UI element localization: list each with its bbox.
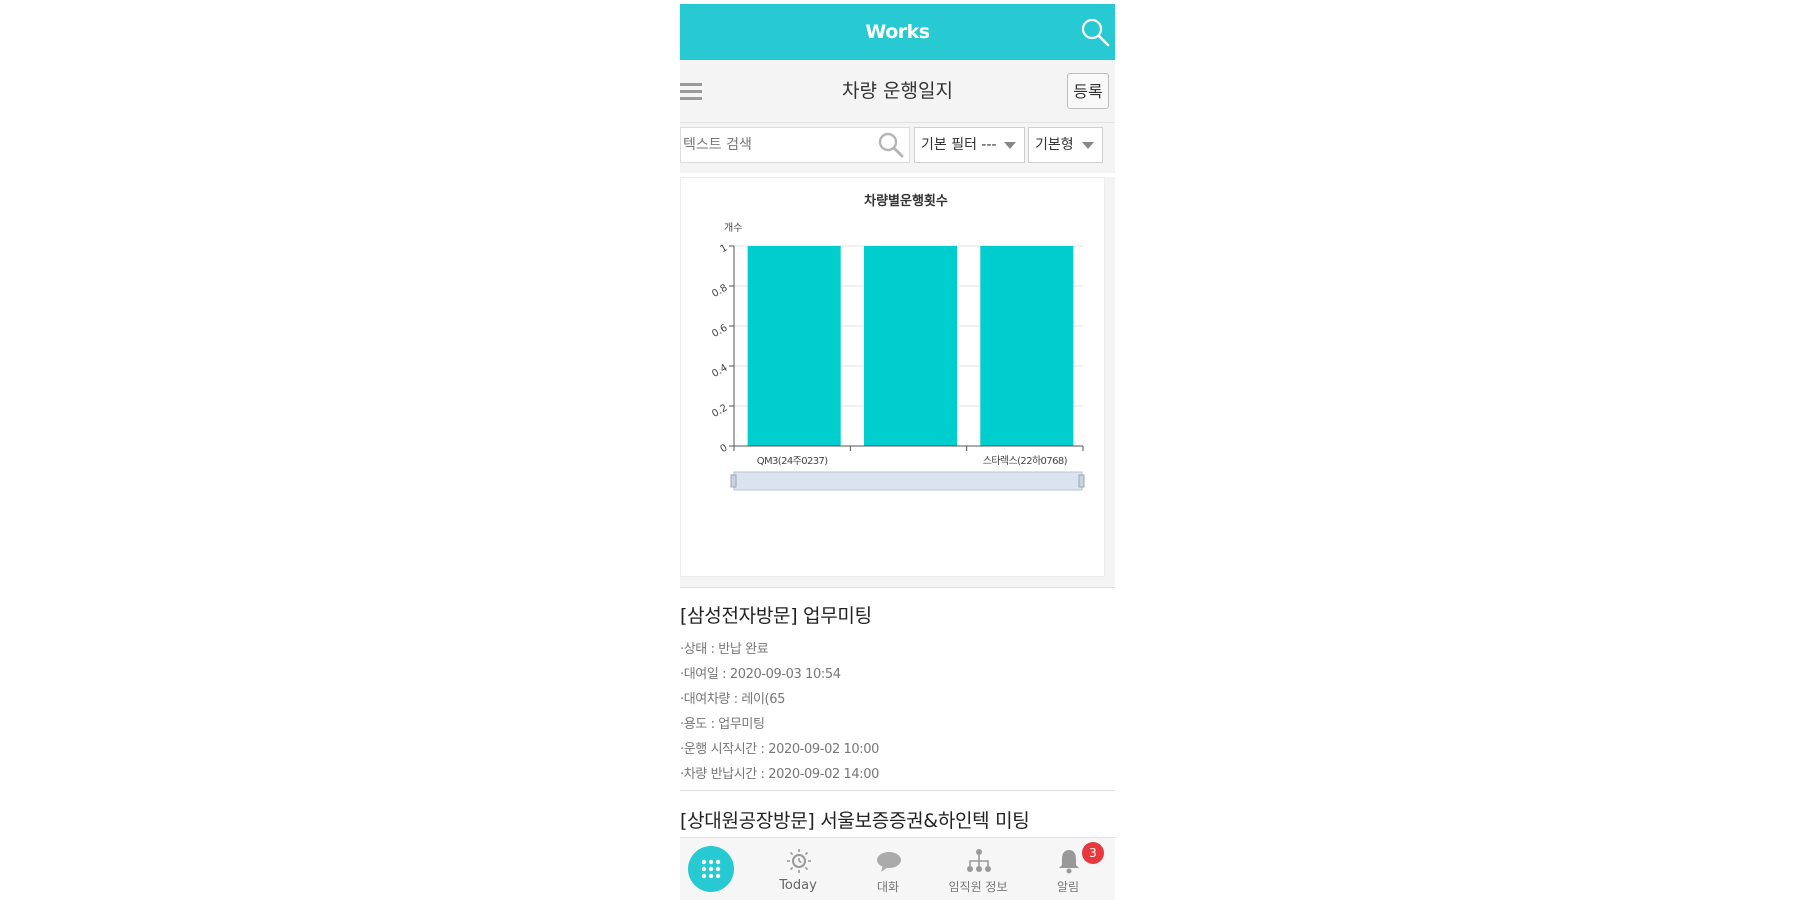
chart-y-tick-label: 0.2 xyxy=(710,403,729,420)
chevron-down-icon xyxy=(1004,142,1016,149)
search-icon[interactable] xyxy=(1079,16,1111,48)
filter-bar: 기본 필터 --- 기본형 xyxy=(680,123,1115,173)
bar-chart: 차량별운행횟수 개수 0 0.2 0.4 0.6 0.8 1 QM3(24주0237) 스타렉… xyxy=(710,193,1085,491)
nav-org-label: 임직원 정보 xyxy=(948,880,1008,894)
search-box xyxy=(680,127,910,163)
list-item-title[interactable]: [삼성전자방문] 업무미팅 xyxy=(680,601,872,628)
apps-button[interactable] xyxy=(688,846,734,892)
list-item-detail: ·운행 시작시간 : 2020-09-02 10:00 xyxy=(680,742,880,757)
chart-y-tick-label: 0.6 xyxy=(710,323,729,340)
sun-clock-icon xyxy=(787,849,811,873)
divider xyxy=(680,587,1115,588)
chart-y-tick-label: 0.8 xyxy=(710,283,729,300)
chart-y-axis-label: 개수 xyxy=(724,222,742,234)
chart-bar[interactable] xyxy=(747,246,841,446)
divider xyxy=(680,790,1115,791)
search-icon[interactable] xyxy=(877,131,905,159)
page-title: 차량 운행일지 xyxy=(842,80,953,102)
chart-y-tick-label: 1 xyxy=(718,243,729,256)
chat-bubble-icon xyxy=(877,852,901,872)
chart-bar[interactable] xyxy=(863,246,958,446)
filter-select[interactable]: 기본 필터 --- xyxy=(914,127,1025,163)
nav-today-label: Today xyxy=(779,878,817,893)
chart-bar[interactable] xyxy=(980,246,1074,446)
chart-title: 차량별운행횟수 xyxy=(864,193,948,209)
chart-x-tick-label: QM3(24주0237) xyxy=(757,456,829,467)
chevron-down-icon xyxy=(1082,142,1094,149)
list-item-detail: ·차량 반납시간 : 2020-09-02 14:00 xyxy=(680,767,880,782)
bell-icon xyxy=(1059,850,1079,874)
org-chart-icon xyxy=(967,849,991,872)
chart-panel: 차량별운행횟수 개수 0 0.2 0.4 0.6 0.8 1 QM3(24주0237) 스타렉… xyxy=(680,177,1105,577)
list-item-detail: ·용도 : 업무미팅 xyxy=(680,717,765,732)
list-item-detail: ·대여차량 : 레이(65 xyxy=(680,692,785,707)
view-select[interactable]: 기본형 xyxy=(1028,127,1103,163)
list-item-title[interactable]: [상대원공장방문] 서울보증증권&하인텍 미팅 xyxy=(680,806,1030,833)
bottom-navigation: Today 대화 임직원 정보 3 알림 xyxy=(680,837,1115,900)
nav-alerts-label: 알림 xyxy=(1056,880,1080,894)
app-screen: Works 차량 운행일지 등록 기본 필터 --- 기본형 xyxy=(680,4,1115,900)
alert-count-badge: 3 xyxy=(1082,842,1104,864)
list-item-detail: ·대여일 : 2020-09-03 10:54 xyxy=(680,667,841,682)
search-input[interactable] xyxy=(683,128,873,162)
nav-chat-label: 대화 xyxy=(876,880,900,894)
nav-today[interactable]: Today xyxy=(763,842,833,898)
nav-org[interactable]: 임직원 정보 xyxy=(943,842,1013,898)
chart-scroll-handle-right[interactable] xyxy=(1078,474,1085,488)
view-select-value: 기본형 xyxy=(1035,137,1074,153)
page-header: 차량 운행일지 등록 xyxy=(680,60,1115,123)
register-button[interactable]: 등록 xyxy=(1067,73,1109,109)
list-item-detail: ·상태 : 반납 완료 xyxy=(680,642,769,657)
grid-icon xyxy=(701,859,721,879)
filter-select-value: 기본 필터 --- xyxy=(921,137,997,153)
app-top-bar: Works xyxy=(680,4,1115,60)
chart-scroll-handle-left[interactable] xyxy=(730,474,737,488)
app-title: Works xyxy=(865,21,930,43)
nav-alerts[interactable]: 3 알림 xyxy=(1033,842,1104,898)
chart-x-tick-label: 스타렉스(22하0768) xyxy=(983,454,1068,467)
chart-scroll-range[interactable] xyxy=(733,471,1083,491)
chart-y-tick-label: 0 xyxy=(718,443,729,456)
chart-y-tick-label: 0.4 xyxy=(710,363,729,380)
nav-chat[interactable]: 대화 xyxy=(853,842,923,898)
